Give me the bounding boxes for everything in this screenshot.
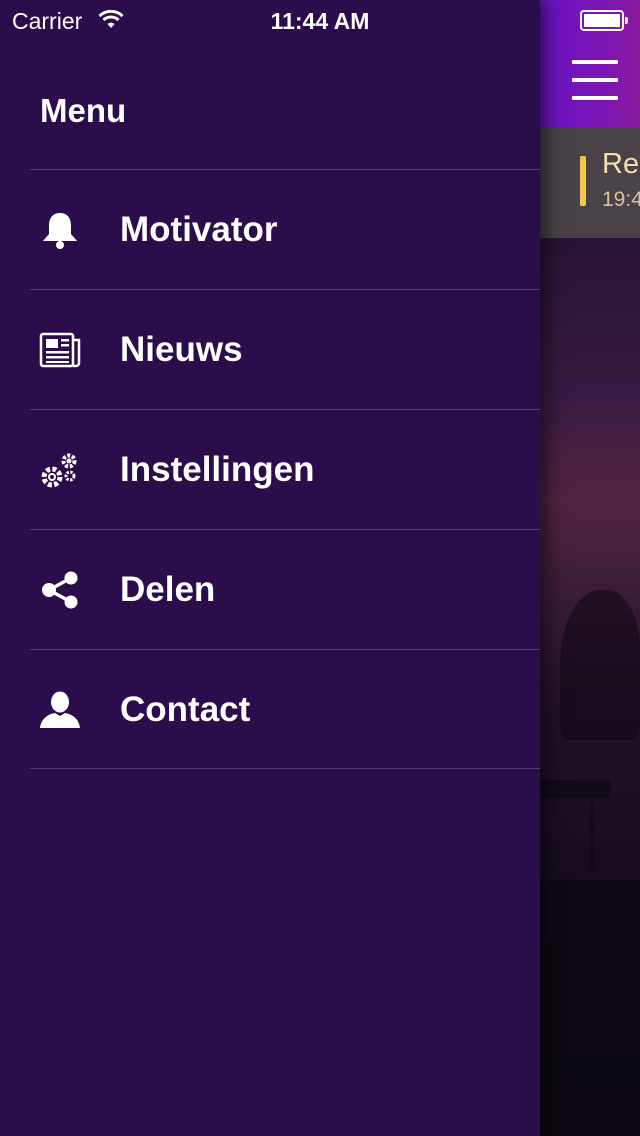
reminder-accent-bar bbox=[580, 156, 586, 206]
reminder-title: Re bbox=[602, 148, 640, 180]
hut-post-silhouette bbox=[590, 798, 594, 868]
bell-icon bbox=[38, 210, 82, 250]
main-content-panel[interactable]: Re 19:4 bbox=[540, 0, 640, 1136]
menu-item-label: Motivator bbox=[120, 210, 278, 249]
gears-icon bbox=[38, 450, 82, 490]
menu-item-delen[interactable]: Delen bbox=[30, 529, 540, 649]
hut-silhouette bbox=[540, 780, 610, 798]
menu-item-label: Nieuws bbox=[120, 330, 243, 369]
menu-item-label: Delen bbox=[120, 570, 216, 609]
menu-item-instellingen[interactable]: Instellingen bbox=[30, 409, 540, 529]
menu-drawer: Menu Motivator Nieuws Instellingen Delen… bbox=[0, 0, 540, 1136]
hamburger-line bbox=[572, 60, 618, 64]
content-navbar bbox=[540, 0, 640, 128]
app-screen: Re 19:4 Menu Motivator Nieuws Instelling… bbox=[0, 0, 640, 1136]
hamburger-line bbox=[572, 96, 618, 100]
reminder-time: 19:4 bbox=[602, 188, 640, 211]
battery-icon bbox=[580, 10, 628, 31]
reminder-card[interactable]: Re 19:4 bbox=[540, 128, 640, 238]
menu-item-label: Instellingen bbox=[120, 450, 315, 489]
hamburger-line bbox=[572, 78, 618, 82]
menu-item-contact[interactable]: Contact bbox=[30, 649, 540, 769]
menu-title: Menu bbox=[40, 92, 127, 129]
palm-tree-silhouette bbox=[560, 590, 640, 740]
menu-item-nieuws[interactable]: Nieuws bbox=[30, 289, 540, 409]
user-icon bbox=[38, 690, 82, 730]
hamburger-icon[interactable] bbox=[572, 60, 618, 100]
shore-silhouette bbox=[540, 880, 640, 1136]
menu-item-motivator[interactable]: Motivator bbox=[30, 169, 540, 289]
share-icon bbox=[38, 570, 82, 610]
newspaper-icon bbox=[38, 330, 82, 370]
menu-list: Motivator Nieuws Instellingen Delen Cont… bbox=[30, 169, 540, 769]
menu-item-label: Contact bbox=[120, 690, 251, 729]
